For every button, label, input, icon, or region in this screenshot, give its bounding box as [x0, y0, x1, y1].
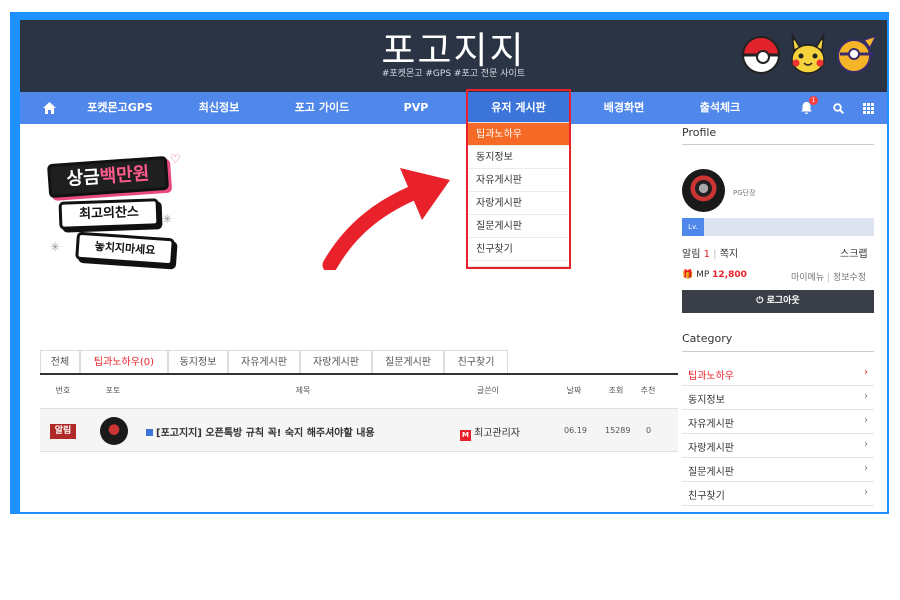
promo-sticker: 상금백만원 최고의찬스 놓치지마세요 ✳ ✳ ♡ — [42, 150, 202, 280]
sparkle-icon: ✳ — [50, 240, 61, 254]
chevron-right-icon: › — [864, 487, 868, 498]
tab-nest-info[interactable]: 동지정보 — [168, 350, 228, 374]
logo-group[interactable] — [742, 30, 882, 80]
power-icon: ⏻ — [756, 296, 764, 306]
home-icon[interactable] — [34, 92, 64, 124]
logout-button[interactable]: ⏻ 로그아웃 — [682, 290, 874, 313]
profile-title-divider — [682, 144, 874, 145]
column-header-date[interactable]: 날짜 — [562, 385, 586, 396]
post-likes: 0 — [646, 426, 652, 435]
level-label: Lv. — [682, 218, 704, 236]
mymenu-link[interactable]: 마이메뉴 | 정보수정 — [791, 270, 866, 283]
chevron-right-icon: › — [864, 367, 868, 378]
pointer-arrow-icon — [322, 168, 450, 270]
chevron-right-icon: › — [864, 463, 868, 474]
category-label: 친구찾기 — [688, 491, 725, 502]
mp-label: MP — [696, 270, 710, 280]
column-header-photo: 포토 — [105, 386, 121, 395]
category-label: 동지정보 — [688, 395, 725, 406]
tab-question-board[interactable]: 질문게시판 — [372, 350, 444, 374]
logout-label: 로그아웃 — [766, 296, 800, 306]
post-author-cell[interactable]: M 최고관리자 — [460, 424, 520, 441]
profile-title: Profile — [682, 126, 717, 139]
page: 포고지지 #포켓몬고 #GPS #포고 전문 사이트 포켓몬고GPS 최신정보 … — [20, 20, 887, 512]
promo-prize-amount: 백만원 — [98, 163, 151, 188]
pikachu-icon — [791, 33, 825, 74]
alarm-count: 1 — [703, 249, 710, 260]
pokemon-go-icon — [837, 34, 878, 73]
category-item-brag-board[interactable]: 자랑게시판 › — [682, 434, 874, 458]
post-author[interactable]: 최고관리자 — [474, 428, 520, 439]
promo-chance-sticker: 최고의찬스 — [58, 198, 160, 230]
column-header-views[interactable]: 조회 — [604, 385, 628, 396]
admin-icon: M — [460, 430, 471, 441]
avatar[interactable] — [682, 169, 725, 212]
nav-item-pvp[interactable]: PVP — [380, 92, 452, 124]
promo-dont-miss-sticker: 놓치지마세요 — [75, 231, 175, 267]
post-title-cell[interactable]: [포고지지] 오픈톡방 규칙 꼭! 숙지 해주셔야할 내용 — [146, 424, 375, 439]
edit-profile-link[interactable]: 정보수정 — [833, 273, 866, 283]
category-item-question-board[interactable]: 질문게시판 › — [682, 458, 874, 482]
site-header: 포고지지 #포켓몬고 #GPS #포고 전문 사이트 — [20, 20, 887, 92]
board-table-header: 번호 포토 제목 글쓴이 날짜 조회 추천 — [40, 377, 678, 407]
category-label: 자랑게시판 — [688, 443, 734, 454]
profile-nickname[interactable]: PG단장 — [733, 188, 756, 198]
mp-value: 12,800 — [712, 270, 747, 280]
category-item-tips[interactable]: 팁과노하우 › — [682, 362, 874, 386]
gift-icon: 🎁 — [682, 270, 694, 280]
tab-find-friends[interactable]: 친구찾기 — [444, 350, 508, 374]
nav-item-attendance[interactable]: 출석체크 — [672, 92, 768, 124]
tab-brag-board[interactable]: 자랑게시판 — [300, 350, 372, 374]
promo-prize-sticker: 상금백만원 — [46, 155, 170, 199]
pokeball-icon — [742, 36, 780, 74]
scrap-link[interactable]: 스크랩 — [840, 245, 868, 260]
table-row[interactable]: 알림 [포고지지] 오픈톡방 규칙 꼭! 숙지 해주셔야할 내용 M 최고관리자 … — [40, 408, 678, 452]
grid-menu-icon[interactable] — [860, 92, 876, 124]
nav-item-pogo-guide[interactable]: 포고 가이드 — [274, 92, 370, 124]
category-title: Category — [682, 332, 733, 345]
chevron-right-icon: › — [864, 415, 868, 426]
promo-prize-label: 상금 — [65, 166, 101, 190]
main-nav: 포켓몬고GPS 최신정보 포고 가이드 PVP 유저 게시판 배경화면 출석체크… — [20, 92, 887, 124]
new-post-icon — [146, 429, 153, 436]
heart-icon: ♡ — [170, 152, 181, 166]
chevron-right-icon: › — [864, 391, 868, 402]
tab-tips[interactable]: 팁과노하우(0) — [80, 350, 168, 374]
category-item-find-friends[interactable]: 친구찾기 › — [682, 482, 874, 506]
category-label: 자유게시판 — [688, 419, 734, 430]
tab-all[interactable]: 전체 — [40, 350, 80, 374]
notification-count-badge: 1 — [809, 96, 818, 105]
post-views: 15289 — [605, 426, 631, 435]
post-thumbnail — [100, 417, 128, 445]
post-title[interactable]: [포고지지] 오픈톡방 규칙 꼭! 숙지 해주셔야할 내용 — [156, 428, 375, 439]
category-item-free-board[interactable]: 자유게시판 › — [682, 410, 874, 434]
post-date: 06.19 — [564, 426, 587, 435]
nav-item-wallpaper[interactable]: 배경화면 — [576, 92, 672, 124]
tabs-divider — [40, 373, 678, 375]
category-title-divider — [682, 351, 874, 352]
column-header-author: 글쓴이 — [476, 386, 500, 395]
chevron-right-icon: › — [864, 439, 868, 450]
mp-points[interactable]: 🎁 MP 12,800 — [682, 270, 747, 280]
alarm-label: 알림 — [682, 249, 701, 260]
level-progress-bar: Lv. — [682, 218, 874, 236]
nav-item-latest-news[interactable]: 최신정보 — [176, 92, 262, 124]
nav-item-pokemongo-gps[interactable]: 포켓몬고GPS — [72, 92, 168, 124]
search-icon[interactable] — [830, 92, 846, 124]
category-label: 팁과노하우 — [688, 371, 734, 382]
column-header-title: 제목 — [295, 386, 311, 395]
board-tabs: 전체 팁과노하우(0) 동지정보 자유게시판 자랑게시판 질문게시판 친구찾기 — [40, 350, 560, 374]
category-label: 질문게시판 — [688, 467, 734, 478]
notification-bell-icon[interactable]: 1 — [798, 92, 818, 124]
mymenu-label[interactable]: 마이메뉴 — [791, 273, 824, 283]
note-link[interactable]: 쪽지 — [720, 249, 738, 260]
category-item-nest-info[interactable]: 동지정보 › — [682, 386, 874, 410]
highlight-box — [466, 89, 571, 269]
alarm-link[interactable]: 알림 1 | 쪽지 — [682, 245, 738, 260]
column-header-likes[interactable]: 추천 — [636, 385, 660, 396]
column-header-number: 번호 — [55, 386, 71, 395]
sparkle-icon: ✳ — [162, 212, 173, 226]
notice-badge: 알림 — [50, 424, 76, 439]
tab-free-board[interactable]: 자유게시판 — [228, 350, 300, 374]
